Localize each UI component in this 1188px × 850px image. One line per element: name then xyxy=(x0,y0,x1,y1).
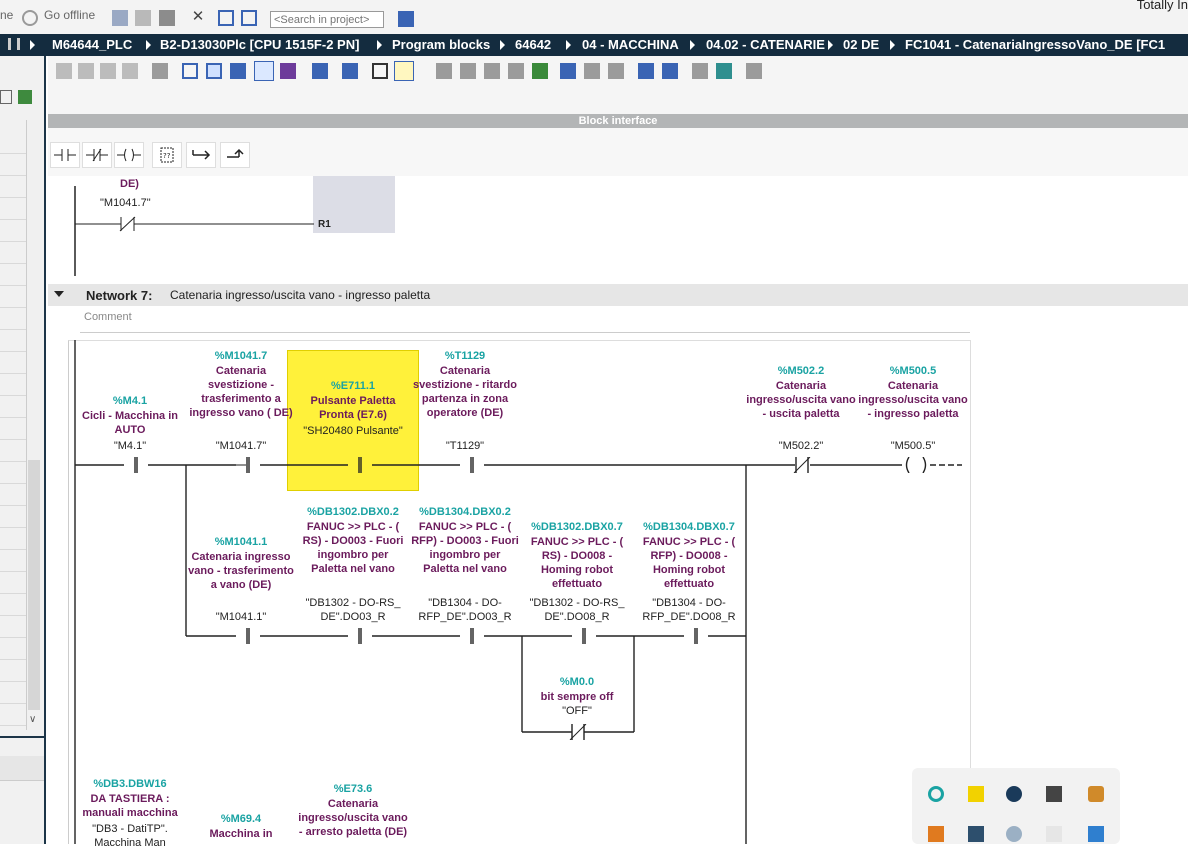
contact-no[interactable] xyxy=(460,457,484,473)
contact-no[interactable] xyxy=(124,457,148,473)
dropbox-icon[interactable] xyxy=(1088,826,1104,842)
vim-icon[interactable] xyxy=(1046,786,1062,802)
contact-no[interactable] xyxy=(236,628,260,644)
plc-sim-icon[interactable] xyxy=(968,786,984,802)
blank-icon[interactable] xyxy=(1046,826,1062,842)
network-icon[interactable] xyxy=(928,786,944,802)
contact-no[interactable] xyxy=(236,457,260,473)
contact-nc[interactable] xyxy=(790,457,814,473)
tia-admin-icon[interactable] xyxy=(968,826,984,842)
contact-no[interactable] xyxy=(460,628,484,644)
contact-nc[interactable] xyxy=(566,724,590,740)
system-tray-overflow xyxy=(912,768,1120,844)
ladder-wiring xyxy=(74,340,962,844)
backup-icon[interactable] xyxy=(1088,786,1104,802)
vpn-icon[interactable] xyxy=(1006,826,1022,842)
coil-output[interactable] xyxy=(902,457,930,473)
contact-no[interactable] xyxy=(572,628,596,644)
java-icon[interactable] xyxy=(928,826,944,842)
contact-no[interactable] xyxy=(348,457,372,473)
contact-no[interactable] xyxy=(348,628,372,644)
contact-no[interactable] xyxy=(684,628,708,644)
steam-icon[interactable] xyxy=(1006,786,1022,802)
